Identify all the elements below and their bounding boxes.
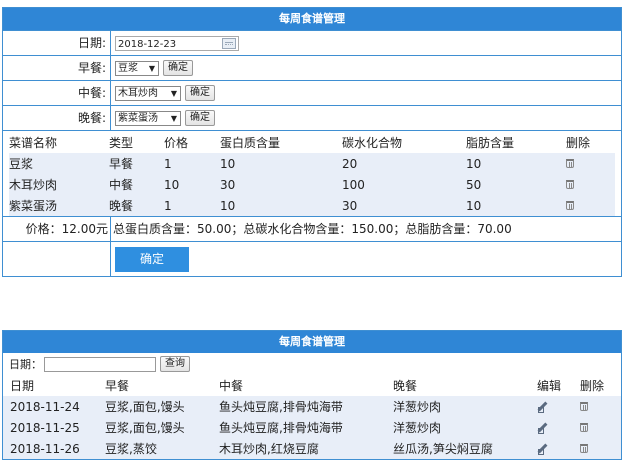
col-dish-name: 菜谱名称 [9, 135, 58, 150]
submit-button[interactable]: 确定 [115, 246, 189, 272]
search-row: 日期： 查询 [3, 353, 621, 375]
dish-price: 1 [164, 198, 172, 213]
search-date-input[interactable] [44, 356, 156, 372]
menu-entry-panel: 每周食谱管理 日期: 2018-12-23 早餐: 豆浆 ▼ 确定 中餐: 木耳… [2, 7, 622, 277]
row-breakfast: 豆浆,面包,馒头 [105, 421, 185, 435]
edit-icon[interactable] [537, 422, 547, 434]
dish-name: 紫菜蛋汤 [9, 199, 58, 213]
history-table: 日期 早餐 中餐 晚餐 编辑 删除 2018-11-24 豆浆,面包,馒头 鱼头… [3, 375, 621, 459]
dish-name: 豆浆 [9, 157, 34, 171]
trash-icon[interactable] [566, 179, 574, 189]
col-breakfast: 早餐 [105, 379, 130, 393]
col-edit: 编辑 [537, 379, 562, 393]
submit-spacer [3, 242, 111, 276]
dish-type: 晚餐 [109, 199, 134, 213]
dish-fat: 10 [466, 156, 482, 171]
table-row: 木耳炒肉 中餐 10 30 100 50 [9, 174, 615, 195]
date-input[interactable]: 2018-12-23 [115, 35, 239, 51]
dish-price: 10 [164, 177, 180, 192]
col-dinner: 晚餐 [393, 379, 418, 393]
trash-icon[interactable] [580, 401, 588, 411]
chevron-down-icon: ▼ [170, 113, 177, 123]
chevron-down-icon: ▼ [148, 63, 155, 73]
dinner-row: 晚餐: 紫菜蛋汤 ▼ 确定 [3, 105, 621, 130]
row-dinner: 洋葱炒肉 [393, 400, 442, 414]
dinner-select[interactable]: 紫菜蛋汤 ▼ [115, 110, 181, 126]
breakfast-select[interactable]: 豆浆 ▼ [115, 60, 159, 76]
col-protein: 蛋白质含量 [220, 135, 281, 150]
col-delete: 删除 [566, 135, 591, 150]
panel-title: 每周食谱管理 [3, 331, 621, 353]
lunch-confirm-button[interactable]: 确定 [185, 85, 215, 101]
trash-icon[interactable] [566, 158, 574, 168]
edit-icon[interactable] [537, 443, 547, 455]
chevron-down-icon: ▼ [170, 88, 177, 98]
col-carb: 碳水化合物 [342, 135, 403, 150]
dinner-select-value: 紫菜蛋汤 [118, 112, 158, 124]
date-value: 2018-12-23 [118, 38, 177, 50]
selected-dishes-table: 菜谱名称 类型 价格 蛋白质含量 碳水化合物 脂肪含量 删除 豆浆 早餐 1 1… [9, 131, 615, 216]
panel-title: 每周食谱管理 [3, 8, 621, 30]
dish-price: 1 [164, 156, 172, 171]
summary-row: 价格：12.00元 总蛋白质含量：50.00；总碳水化合物含量：150.00；总… [3, 216, 621, 241]
row-breakfast: 豆浆,蒸饺 [105, 442, 157, 456]
nutrition-summary: 总蛋白质含量：50.00；总碳水化合物含量：150.00；总脂肪含量：70.00 [113, 222, 512, 236]
submit-row: 确定 [3, 241, 621, 276]
price-summary: 价格：12.00元 [3, 217, 111, 241]
dish-protein: 30 [220, 177, 236, 192]
dish-fat: 10 [466, 198, 482, 213]
breakfast-confirm-button[interactable]: 确定 [163, 60, 193, 76]
dish-carb: 100 [342, 177, 365, 192]
dish-type: 早餐 [109, 157, 134, 171]
table-row: 2018-11-25 豆浆,面包,馒头 鱼头炖豆腐,排骨炖海带 洋葱炒肉 [3, 417, 621, 438]
row-dinner: 丝瓜汤,笋尖焖豆腐 [393, 442, 493, 456]
breakfast-select-value: 豆浆 [118, 62, 138, 74]
col-date: 日期 [10, 379, 35, 393]
trash-icon[interactable] [580, 443, 588, 453]
dish-carb: 20 [342, 156, 358, 171]
trash-icon[interactable] [580, 422, 588, 432]
col-lunch: 中餐 [219, 379, 244, 393]
row-lunch: 木耳炒肉,红烧豆腐 [219, 442, 319, 456]
row-lunch: 鱼头炖豆腐,排骨炖海带 [219, 400, 343, 414]
row-date: 2018-11-24 [10, 399, 80, 414]
edit-icon[interactable] [537, 401, 547, 413]
dish-fat: 50 [466, 177, 482, 192]
table-row: 紫菜蛋汤 晚餐 1 10 30 10 [9, 195, 615, 216]
lunch-row: 中餐: 木耳炒肉 ▼ 确定 [3, 80, 621, 105]
search-button[interactable]: 查询 [160, 356, 190, 372]
menu-history-panel: 每周食谱管理 日期： 查询 日期 早餐 中餐 晚餐 编辑 删除 2018-11-… [2, 330, 622, 460]
col-fat: 脂肪含量 [466, 135, 515, 150]
date-row: 日期: 2018-12-23 [3, 30, 621, 55]
calendar-icon[interactable] [222, 37, 236, 49]
lunch-select[interactable]: 木耳炒肉 ▼ [115, 85, 181, 101]
dish-protein: 10 [220, 156, 236, 171]
row-breakfast: 豆浆,面包,馒头 [105, 400, 185, 414]
dinner-label: 晚餐: [3, 106, 111, 130]
trash-icon[interactable] [566, 200, 574, 210]
row-date: 2018-11-26 [10, 441, 80, 456]
col-price: 价格 [164, 135, 189, 150]
table-row: 豆浆 早餐 1 10 20 10 [9, 153, 615, 174]
dish-protein: 10 [220, 198, 236, 213]
dish-type: 中餐 [109, 178, 134, 192]
lunch-label: 中餐: [3, 81, 111, 105]
col-type: 类型 [109, 135, 134, 150]
row-date: 2018-11-25 [10, 420, 80, 435]
table-row: 2018-11-26 豆浆,蒸饺 木耳炒肉,红烧豆腐 丝瓜汤,笋尖焖豆腐 [3, 438, 621, 459]
row-lunch: 鱼头炖豆腐,排骨炖海带 [219, 421, 343, 435]
col-delete: 删除 [580, 379, 605, 393]
breakfast-label: 早餐: [3, 56, 111, 80]
dish-name: 木耳炒肉 [9, 178, 58, 192]
lunch-select-value: 木耳炒肉 [118, 87, 158, 99]
date-label: 日期: [3, 31, 111, 55]
row-dinner: 洋葱炒肉 [393, 421, 442, 435]
dish-carb: 30 [342, 198, 358, 213]
breakfast-row: 早餐: 豆浆 ▼ 确定 [3, 55, 621, 80]
search-date-label: 日期： [9, 358, 42, 371]
dinner-confirm-button[interactable]: 确定 [185, 110, 215, 126]
table-row: 2018-11-24 豆浆,面包,馒头 鱼头炖豆腐,排骨炖海带 洋葱炒肉 [3, 396, 621, 417]
